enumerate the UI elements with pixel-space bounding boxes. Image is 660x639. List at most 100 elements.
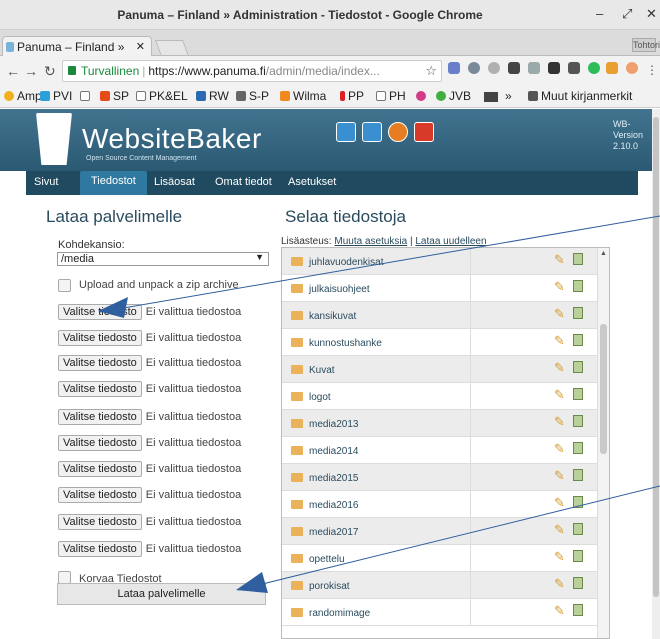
extension-icon[interactable]	[548, 62, 560, 74]
file-input[interactable]: Valitse tiedosto Ei valittua tiedostoa	[58, 330, 241, 348]
folder-name[interactable]: Kuvat	[309, 365, 335, 376]
logout-power-icon[interactable]	[414, 122, 434, 142]
rename-pencil-icon[interactable]: ✎	[554, 360, 565, 376]
bookmark-item[interactable]: Amp	[4, 89, 42, 103]
other-bookmarks[interactable]: Muut kirjanmerkit	[528, 89, 632, 103]
bookmark-item[interactable]	[416, 89, 429, 103]
rename-pencil-icon[interactable]: ✎	[554, 549, 565, 565]
folder-name[interactable]: julkaisuohjeet	[309, 284, 370, 295]
browser-tab[interactable]: Panuma – Finland » ✕	[2, 36, 152, 56]
restore-icon[interactable]: ⤢	[622, 6, 632, 22]
rename-pencil-icon[interactable]: ✎	[554, 441, 565, 457]
rename-pencil-icon[interactable]: ✎	[554, 279, 565, 295]
choose-file-button[interactable]: Valitse tiedosto	[58, 381, 142, 397]
close-tab-icon[interactable]: ✕	[136, 40, 145, 53]
file-input[interactable]: Valitse tiedosto Ei valittua tiedostoa	[58, 435, 241, 453]
menu-item-tiedostot[interactable]: Tiedostot	[80, 171, 147, 195]
folder-row[interactable]: randomimage ✎	[282, 599, 598, 626]
folder-name[interactable]: media2016	[309, 500, 358, 511]
choose-file-button[interactable]: Valitse tiedosto	[58, 355, 142, 371]
choose-file-button[interactable]: Valitse tiedosto	[58, 409, 142, 425]
bookmark-item[interactable]: SP	[100, 89, 129, 103]
scrollbar-thumb[interactable]	[600, 324, 607, 454]
delete-trash-icon[interactable]	[573, 604, 583, 616]
folder-name[interactable]: kunnostushanke	[309, 338, 382, 349]
file-input[interactable]: Valitse tiedosto Ei valittua tiedostoa	[58, 355, 241, 373]
delete-trash-icon[interactable]	[573, 496, 583, 508]
folder-row[interactable]: julkaisuohjeet ✎	[282, 275, 598, 302]
file-input[interactable]: Valitse tiedosto Ei valittua tiedostoa	[58, 541, 241, 559]
delete-trash-icon[interactable]	[573, 280, 583, 292]
folder-name[interactable]: porokisat	[309, 581, 350, 592]
rename-pencil-icon[interactable]: ✎	[554, 495, 565, 511]
file-list-scrollbar[interactable]: ▲	[597, 248, 609, 638]
page-scrollbar[interactable]	[652, 109, 660, 639]
bookmark-item[interactable]: Wilma	[280, 89, 326, 103]
bookmark-item[interactable]: PVI	[40, 89, 72, 103]
delete-trash-icon[interactable]	[573, 523, 583, 535]
minimize-icon[interactable]: –	[596, 6, 603, 21]
folder-name[interactable]: juhlavuodenkisat	[309, 257, 384, 268]
folder-row[interactable]: porokisat ✎	[282, 572, 598, 599]
folder-name[interactable]: kansikuvat	[309, 311, 356, 322]
extension-icon[interactable]	[626, 62, 638, 74]
extension-icon[interactable]	[568, 62, 580, 74]
rename-pencil-icon[interactable]: ✎	[554, 252, 565, 268]
menu-item-asetukset[interactable]: Asetukset	[288, 176, 336, 188]
rename-pencil-icon[interactable]: ✎	[554, 603, 565, 619]
bookmark-item[interactable]: PK&EL	[136, 89, 188, 103]
upload-submit-button[interactable]: Lataa palvelimelle	[57, 583, 266, 605]
bookmark-star-icon[interactable]: ☆	[425, 63, 437, 79]
rename-pencil-icon[interactable]: ✎	[554, 522, 565, 538]
folder-name[interactable]: media2015	[309, 473, 358, 484]
choose-file-button[interactable]: Valitse tiedosto	[58, 435, 142, 451]
home-icon[interactable]	[362, 122, 382, 142]
folder-row[interactable]: media2013 ✎	[282, 410, 598, 437]
delete-trash-icon[interactable]	[573, 550, 583, 562]
bookmark-item[interactable]: PP	[340, 89, 364, 103]
menu-item-omat-tiedot[interactable]: Omat tiedot	[215, 176, 272, 188]
folder-name[interactable]: media2013	[309, 419, 358, 430]
site-logo[interactable]: WebsiteBaker	[82, 123, 262, 155]
file-input[interactable]: Valitse tiedosto Ei valittua tiedostoa	[58, 409, 241, 427]
close-window-icon[interactable]: ✕	[646, 6, 657, 22]
folder-row[interactable]: media2016 ✎	[282, 491, 598, 518]
list-view-icon[interactable]	[336, 122, 356, 142]
folder-row[interactable]: media2017 ✎	[282, 518, 598, 545]
folder-row[interactable]: opettelu ✎	[282, 545, 598, 572]
delete-trash-icon[interactable]	[573, 469, 583, 481]
choose-file-button[interactable]: Valitse tiedosto	[58, 487, 142, 503]
folder-name[interactable]: logot	[309, 392, 331, 403]
rename-pencil-icon[interactable]: ✎	[554, 306, 565, 322]
choose-file-button[interactable]: Valitse tiedosto	[58, 330, 142, 346]
delete-trash-icon[interactable]	[573, 442, 583, 454]
bookmark-folder-icon[interactable]	[484, 92, 498, 102]
extension-icon[interactable]	[588, 62, 600, 74]
file-input[interactable]: Valitse tiedosto Ei valittua tiedostoa	[58, 304, 241, 322]
choose-file-button[interactable]: Valitse tiedosto	[58, 304, 142, 320]
folder-row[interactable]: media2015 ✎	[282, 464, 598, 491]
folder-row[interactable]: logot ✎	[282, 383, 598, 410]
extension-icon[interactable]	[606, 62, 618, 74]
folder-name[interactable]: opettelu	[309, 554, 345, 565]
profile-button[interactable]: Tohtori	[632, 38, 660, 52]
menu-kebab-icon[interactable]: ⋮	[646, 63, 658, 77]
folder-row[interactable]: media2014 ✎	[282, 437, 598, 464]
bookmark-item[interactable]: S-P	[236, 89, 269, 103]
delete-trash-icon[interactable]	[573, 415, 583, 427]
file-input[interactable]: Valitse tiedosto Ei valittua tiedostoa	[58, 461, 241, 479]
choose-file-button[interactable]: Valitse tiedosto	[58, 541, 142, 557]
menu-item-lisaosat[interactable]: Lisäosat	[154, 176, 195, 188]
bookmarks-overflow[interactable]: »	[505, 89, 512, 103]
extension-icon[interactable]	[528, 62, 540, 74]
choose-file-button[interactable]: Valitse tiedosto	[58, 514, 142, 530]
extension-icon[interactable]	[488, 62, 500, 74]
folder-row[interactable]: kunnostushanke ✎	[282, 329, 598, 356]
rename-pencil-icon[interactable]: ✎	[554, 414, 565, 430]
extension-icon[interactable]	[508, 62, 520, 74]
reload-link[interactable]: Lataa uudelleen	[415, 236, 486, 247]
address-bar[interactable]: Turvallinen | https://www.panuma.fi/admin/…	[62, 60, 442, 82]
folder-row[interactable]: Kuvat ✎	[282, 356, 598, 383]
forward-icon[interactable]: →	[24, 63, 38, 79]
scroll-up-icon[interactable]: ▲	[600, 250, 607, 257]
